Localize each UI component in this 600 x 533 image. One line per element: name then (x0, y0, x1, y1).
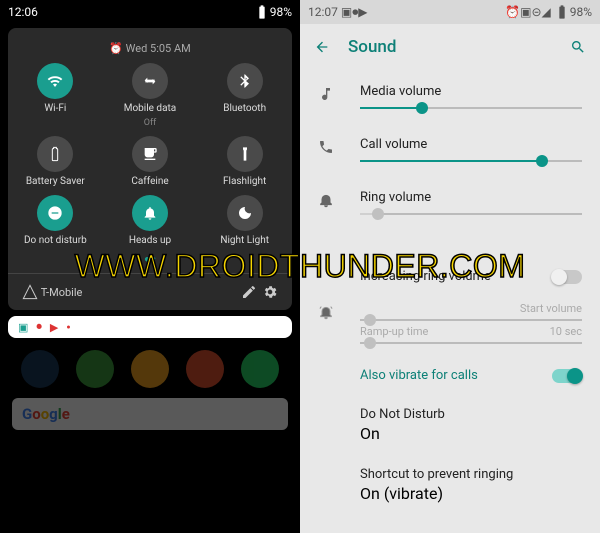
qs-tile-wifi[interactable]: Wi-Fi (8, 63, 103, 128)
music-icon (318, 84, 338, 113)
dnd-icon (37, 195, 73, 231)
battery-icon (254, 4, 270, 20)
qs-tile-headsup[interactable]: Heads up (103, 195, 198, 246)
status-bar: 12:06 98% (0, 0, 300, 24)
wifi-icon (37, 63, 73, 99)
status-time: 12:06 (8, 5, 38, 19)
alarm-icon: ⏰ (109, 42, 123, 55)
app-photos[interactable] (131, 350, 169, 388)
dnd-row[interactable]: Do Not Disturb On (300, 395, 600, 455)
app-camera[interactable] (21, 350, 59, 388)
phone-icon (318, 137, 338, 166)
media-volume-slider[interactable] (360, 107, 582, 109)
torch-icon (227, 136, 263, 172)
google-search-bar[interactable]: Google (12, 398, 288, 430)
page-indicator[interactable]: ● • (8, 250, 292, 269)
cast-icon: ▣ (18, 321, 28, 334)
call-volume-row: Call volume (300, 123, 600, 176)
dot-icon: ● (66, 323, 70, 331)
youtube-icon: ▶ (50, 321, 58, 334)
cast-status-icon: ▣ (520, 5, 531, 19)
app-pocket[interactable] (186, 350, 224, 388)
bt-icon (227, 63, 263, 99)
qs-tile-mobiledata[interactable]: Mobile dataOff (103, 63, 198, 128)
shortcut-ringing-row[interactable]: Shortcut to prevent ringing On (vibrate) (300, 455, 600, 515)
app-messages[interactable] (76, 350, 114, 388)
app-dock (0, 344, 300, 394)
ring-volume-row: Ring volume (300, 176, 600, 229)
app-bar: Sound (300, 24, 600, 70)
increasing-ring-row[interactable]: Increasing ring volume (300, 257, 600, 296)
vibrate-calls-row[interactable]: Also vibrate for calls (300, 356, 600, 395)
call-volume-slider[interactable] (360, 160, 582, 162)
google-logo: Google (22, 405, 70, 423)
battery-pct: 98% (270, 5, 292, 19)
edit-icon[interactable] (241, 284, 257, 300)
qs-tile-bluetooth[interactable]: Bluetooth (197, 63, 292, 128)
qs-tile-dnd[interactable]: Do not disturb (8, 195, 103, 246)
increasing-ring-toggle[interactable] (552, 270, 582, 284)
cast-icon: ▣ (341, 5, 352, 19)
status-bar: 12:07 ▣ ⏺ ▶ ⏰ ▣ ⊝ ◢ 98% (300, 0, 600, 24)
page-title: Sound (348, 37, 552, 57)
carrier-label: T-Mobile (41, 286, 83, 299)
qs-tile-flashlight[interactable]: Flashlight (197, 136, 292, 187)
record-icon: ⏺ (36, 320, 42, 334)
qs-container: ⏰ Wed 5:05 AM Wi-FiMobile dataOffBluetoo… (8, 28, 292, 310)
start-volume-row: Start volume Ramp-up time10 sec (300, 296, 600, 348)
dnd-status-icon: ⊝ (531, 5, 541, 19)
qs-tile-caffeine[interactable]: Caffeine (103, 136, 198, 187)
bell-ring-icon (318, 302, 338, 348)
battery-icon (554, 4, 570, 20)
youtube-icon: ▶ (358, 5, 367, 19)
ramp-time-slider (360, 342, 582, 344)
back-icon[interactable] (314, 39, 330, 55)
batt-icon (37, 136, 73, 172)
notification-card[interactable]: ▣ ⏺ ▶ ● (8, 316, 292, 338)
gear-icon[interactable] (262, 284, 278, 300)
alarm-icon: ⏰ (505, 5, 520, 19)
sound-settings-screen: 12:07 ▣ ⏺ ▶ ⏰ ▣ ⊝ ◢ 98% Sound Media volu… (300, 0, 600, 533)
battery-pct: 98% (570, 5, 592, 19)
bell-icon (132, 195, 168, 231)
ring-volume-slider[interactable] (360, 213, 582, 215)
vibrate-calls-toggle[interactable] (552, 369, 582, 383)
signal-icon: ◢ (542, 5, 551, 19)
cup-icon (132, 136, 168, 172)
status-time: 12:07 (308, 5, 338, 19)
search-icon[interactable] (570, 39, 586, 55)
moon-icon (227, 195, 263, 231)
start-volume-slider (360, 319, 582, 321)
quick-settings-panel: 12:06 98% ⏰ Wed 5:05 AM Wi-FiMobile data… (0, 0, 300, 533)
settings-list: Media volume Call volume Ring volume Inc… (300, 70, 600, 515)
qs-tile-nightlight[interactable]: Night Light (197, 195, 292, 246)
signal-icon (22, 284, 38, 300)
qs-tile-battery[interactable]: Battery Saver (8, 136, 103, 187)
app-whatsapp[interactable] (241, 350, 279, 388)
bell-outline-icon (318, 190, 338, 219)
qs-time: ⏰ Wed 5:05 AM (8, 36, 292, 59)
qs-footer: T-Mobile (8, 278, 292, 306)
swap-icon (132, 63, 168, 99)
media-volume-row: Media volume (300, 70, 600, 123)
